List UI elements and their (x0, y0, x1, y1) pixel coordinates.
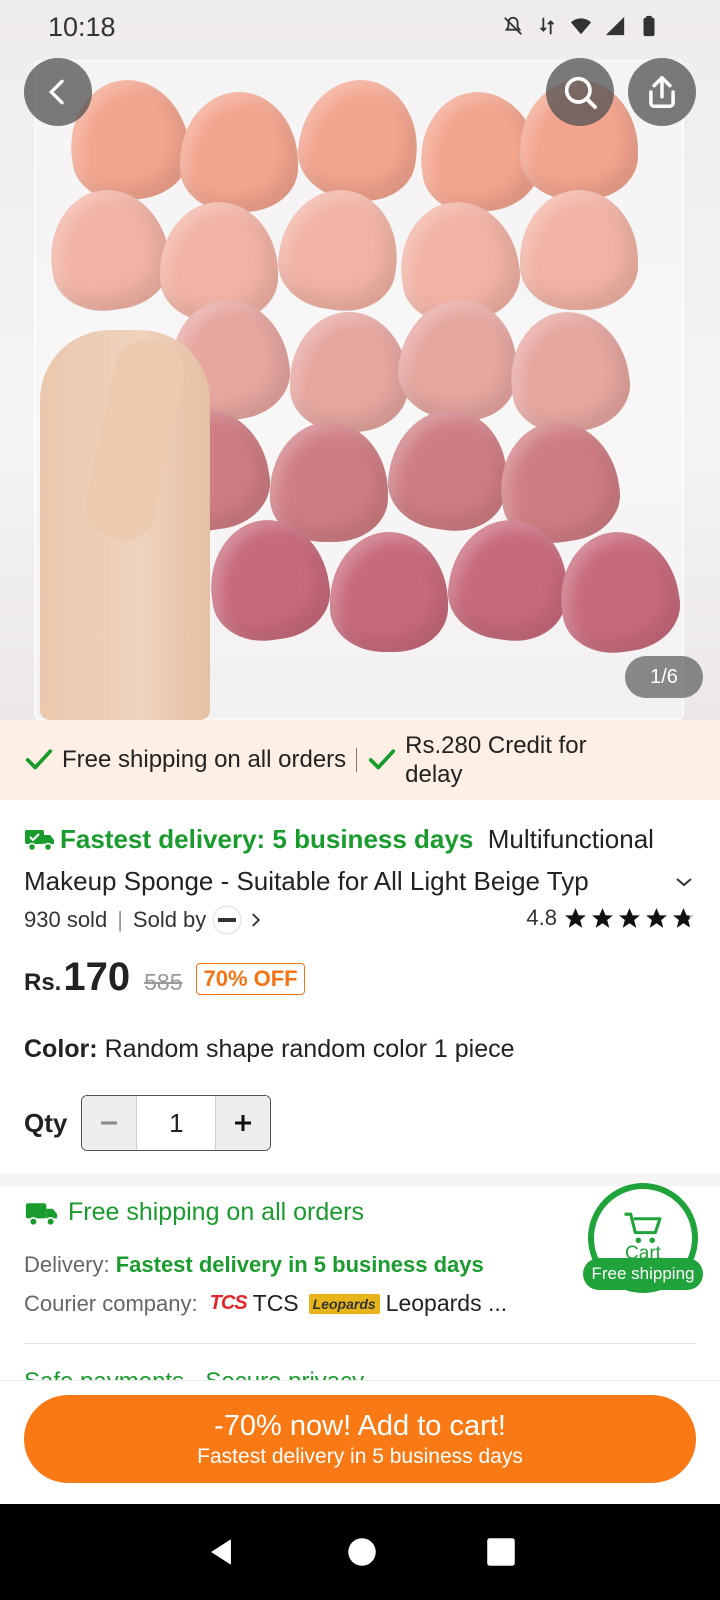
star-icon (592, 907, 613, 928)
nav-recents-icon[interactable] (486, 1537, 516, 1567)
decrease-button[interactable] (82, 1096, 137, 1150)
delivery-value: Fastest delivery in 5 business days (115, 1252, 484, 1277)
free-shipping-tag: Free shipping (583, 1258, 703, 1290)
status-bar: 10:18 (0, 0, 720, 54)
share-button[interactable] (628, 58, 696, 126)
check-icon (25, 749, 53, 770)
meta-divider: | (117, 907, 123, 932)
shipping-title-text: Free shipping on all orders (68, 1198, 364, 1226)
cta-sub-text: Fastest delivery in 5 business days (197, 1444, 523, 1468)
bottom-action-bar: -70% now! Add to cart! Fastest delivery … (0, 1380, 720, 1504)
banner-credit-line2: delay (405, 761, 463, 788)
rating[interactable]: 4.8 (526, 905, 696, 931)
banner-divider (356, 748, 358, 772)
price: 170 (63, 955, 131, 999)
banner-credit-line1: Rs.280 Credit for (405, 732, 587, 759)
image-page-indicator: 1/6 (625, 656, 703, 698)
delivery-badge: Fastest delivery: 5 business days (60, 824, 474, 854)
section-divider (0, 1174, 720, 1186)
status-icons (502, 14, 660, 38)
courier-label: Courier company: (24, 1290, 198, 1316)
status-time: 10:18 (48, 12, 116, 42)
store-logo[interactable] (212, 905, 242, 935)
courier-info: Courier company: TCS TCS Leopards Leopar… (24, 1290, 696, 1317)
leopards-logo: Leopards (308, 1293, 380, 1314)
cart-icon (624, 1212, 662, 1244)
battery-icon (643, 15, 655, 37)
banner-credit-text: Rs.280 Credit for delay (405, 731, 586, 789)
banner-credit: Rs.280 Credit for delay (367, 731, 587, 789)
qty-label: Qty (24, 1107, 68, 1138)
cta-main-text: -70% now! Add to cart! (214, 1409, 506, 1442)
sold-by-label[interactable]: Sold by (133, 907, 206, 933)
banner-free-shipping-text: Free shipping on all orders (62, 746, 347, 773)
color-value: Random shape random color 1 piece (104, 1035, 515, 1063)
fast-delivery-icon (25, 830, 54, 852)
plus-icon (235, 1115, 252, 1131)
quantity-stepper: 1 (81, 1095, 272, 1151)
search-icon (564, 76, 597, 109)
star-icon (673, 907, 694, 928)
courier-tcs: TCS (252, 1290, 299, 1316)
delivery-label: Delivery: (24, 1252, 110, 1277)
product-title-block[interactable]: Fastest delivery: 5 business days Multif… (24, 818, 696, 902)
android-nav-bar (0, 1504, 720, 1600)
data-icon (539, 17, 555, 35)
search-button[interactable] (546, 58, 614, 126)
quantity-row: Qty 1 (24, 1095, 696, 1151)
product-image[interactable]: 10:18 1/6 (0, 0, 720, 720)
back-icon (48, 79, 64, 105)
star-icon (646, 907, 667, 928)
rating-value: 4.8 (526, 905, 557, 930)
check-icon (369, 749, 396, 770)
star-icon (565, 907, 586, 928)
price-row: Rs. 170 585 70% OFF (24, 955, 696, 1000)
back-button[interactable] (24, 58, 92, 126)
nav-back-icon[interactable] (204, 1534, 238, 1570)
tcs-logo: TCS (209, 1292, 248, 1314)
mute-icon (504, 16, 522, 35)
truck-icon (25, 1202, 58, 1226)
wifi-icon (570, 18, 592, 35)
next-row-text: Safe payments · Secure privacy (24, 1368, 444, 1380)
chevron-down-icon[interactable] (672, 870, 696, 894)
shipping-banner: Free shipping on all orders Rs.280 Credi… (0, 720, 720, 800)
chevron-right-icon[interactable] (246, 909, 264, 931)
add-to-cart-button[interactable]: -70% now! Add to cart! Fastest delivery … (24, 1395, 696, 1483)
sold-count: 930 sold (24, 907, 108, 932)
discount-badge: 70% OFF (196, 963, 305, 995)
quantity-value[interactable]: 1 (136, 1096, 217, 1150)
star-icon (619, 907, 640, 928)
old-price: 585 (144, 969, 183, 995)
color-option[interactable]: Color: Random shape random color 1 piece (24, 1035, 696, 1064)
minus-icon (101, 1121, 118, 1125)
currency: Rs. (24, 969, 62, 996)
courier-leopards: Leopards ... (385, 1290, 508, 1316)
increase-button[interactable] (216, 1096, 271, 1150)
share-icon (649, 76, 675, 108)
signal-icon (605, 16, 625, 36)
product-page: 10:18 1/6 Free shipping on all orders Rs… (0, 0, 720, 1600)
banner-free-shipping: Free shipping on all orders (24, 745, 346, 775)
divider-line (24, 1343, 696, 1344)
nav-home-icon[interactable] (347, 1537, 377, 1567)
color-label: Color: (24, 1035, 98, 1063)
next-row-peek: Safe payments · Secure privacy (24, 1368, 444, 1380)
